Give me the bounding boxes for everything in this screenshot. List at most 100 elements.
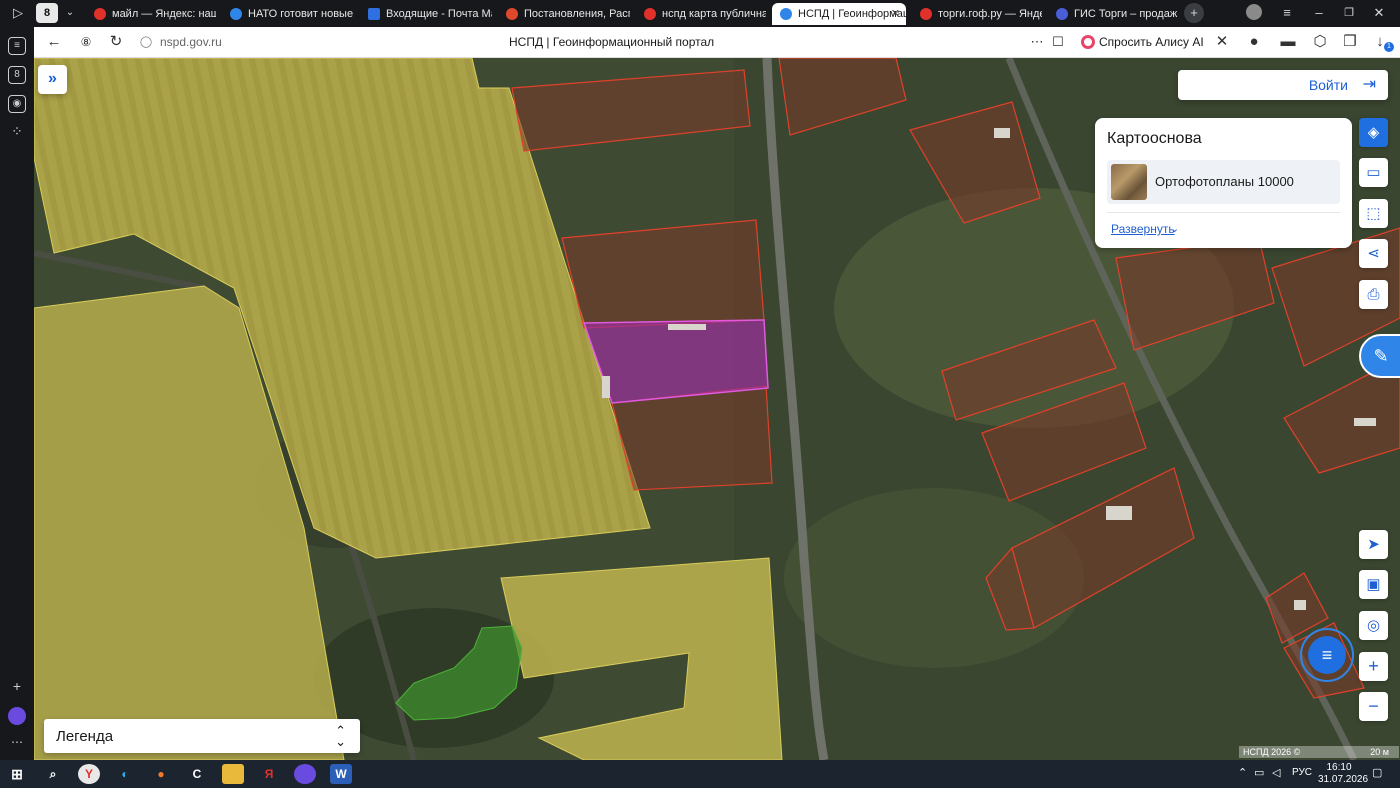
tab-label: НАТО готовит новые са — [248, 8, 354, 20]
tab-label: майл — Яндекс: нашлос — [112, 8, 216, 20]
word-icon[interactable]: W — [330, 764, 352, 784]
file-explorer-icon[interactable] — [222, 764, 244, 784]
extensions-icon[interactable]: ⬡ — [1310, 32, 1330, 52]
tab-gis-torgi[interactable]: ГИС Торги – продажи г — [1048, 3, 1178, 25]
edge-icon[interactable]: ◐ — [114, 764, 136, 784]
basemap-option-label: Ортофотопланы 10000 — [1155, 174, 1294, 189]
minimize-icon[interactable]: – — [1310, 3, 1328, 23]
browser-tab-bar: ▷ 8 ⌄ майл — Яндекс: нашлос НАТО готовит… — [0, 0, 1400, 27]
close-window-icon[interactable]: ✕ — [1370, 3, 1388, 23]
protect-icon[interactable]: ⑧ — [76, 32, 96, 52]
locate-button[interactable]: ➤ — [1359, 530, 1388, 559]
downloads-badge: 1 — [1384, 42, 1394, 52]
gov-icon — [506, 8, 518, 20]
tab-label: торги.гоф.ру — Яндекс — [938, 8, 1042, 20]
assistant-tab-button[interactable]: ✎ — [1359, 334, 1400, 378]
new-tab-button[interactable]: + — [1184, 3, 1204, 23]
screenshot-icon[interactable]: ◉ — [8, 95, 26, 113]
tab-mail-inbox[interactable]: Входящие - Почта Mail — [360, 3, 492, 25]
input-language[interactable]: РУС — [1292, 767, 1312, 778]
apps-grid-icon[interactable]: ⁘ — [8, 124, 26, 142]
extension-hat-icon[interactable]: ▬ — [1278, 32, 1298, 52]
tab-label: ГИС Торги – продажи г — [1074, 8, 1178, 20]
tab-yandex-mail-search[interactable]: майл — Яндекс: нашлос — [86, 3, 216, 25]
mail-icon — [368, 8, 380, 20]
collections-icon[interactable]: ≡ — [8, 37, 26, 55]
menu-icon[interactable]: ≡ — [1278, 3, 1296, 23]
app-c-icon[interactable]: C — [186, 764, 208, 784]
address-bar: ← ⑧ ↻ ◯ nspd.gov.ru НСПД | Геоинформацио… — [34, 27, 1400, 58]
media-play-icon[interactable]: ▷ — [8, 3, 28, 23]
map-canvas[interactable]: » Войти ⇥ Картооснова Ортофотопланы 1000… — [34, 58, 1400, 760]
login-label: Войти — [1308, 77, 1348, 93]
map-attribution: НСПД 2026 © 20 м — [1239, 746, 1399, 758]
basemap-title: Картооснова — [1107, 130, 1202, 147]
search-icon[interactable]: ⌕ — [42, 764, 64, 784]
alice-icon[interactable] — [294, 764, 316, 784]
add-panel-icon[interactable]: + — [8, 679, 26, 697]
extension-translate-icon[interactable]: ✕ — [1212, 32, 1232, 52]
gis-torgi-icon — [1056, 8, 1068, 20]
orthophoto-thumbnail — [1111, 164, 1147, 200]
chevron-up-down-icon: ⌃ ⌄ — [335, 723, 346, 749]
tab-nspd-active[interactable]: НСПД | Геоинформац ✕ — [772, 3, 906, 25]
login-arrow-icon: ⇥ — [1362, 76, 1376, 93]
windows-start-icon[interactable]: ⊞ — [6, 764, 28, 784]
firefox-icon[interactable]: ● — [150, 764, 172, 784]
tab-postanovleniya[interactable]: Постановления, Распор — [498, 3, 630, 25]
notifications-icon[interactable]: ▢ — [1372, 766, 1382, 779]
bookmark-icon[interactable]: ☐ — [1049, 32, 1067, 52]
browser-side-panel: ≡ 8 ◉ ⁘ + ⋯ — [0, 27, 34, 760]
zoom-out-button[interactable]: − — [1359, 692, 1388, 721]
network-icon[interactable]: ▭ — [1254, 766, 1264, 779]
tab-label: Постановления, Распор — [524, 8, 630, 20]
basemap-expand-link[interactable]: Развернуть — [1111, 222, 1175, 236]
tray-chevron-up-icon[interactable]: ⌃ — [1238, 766, 1247, 779]
volume-icon[interactable]: ◁ — [1272, 766, 1280, 779]
tab-nspd-map-search[interactable]: нспд карта публичная к — [636, 3, 766, 25]
legend-label: Легенда — [56, 728, 114, 745]
tab-label: Входящие - Почта Mail — [386, 8, 492, 20]
legend-dropdown[interactable]: Легенда ⌃ ⌄ — [44, 719, 360, 753]
alice-icon — [1081, 35, 1095, 49]
site-info-icon[interactable]: ◯ — [138, 32, 154, 52]
sidebar-icon[interactable]: ❒ — [1340, 32, 1360, 52]
ask-alice-button[interactable]: Спросить Алису AI — [1077, 31, 1212, 53]
zoom-in-button[interactable]: + — [1359, 652, 1388, 681]
yandex-icon — [920, 8, 932, 20]
more-icon[interactable]: ⋯ — [8, 735, 26, 753]
tab-torgi-search[interactable]: торги.гоф.ру — Яндекс — [912, 3, 1042, 25]
chevron-down-icon[interactable]: ⌄ — [62, 3, 78, 23]
back-arrow-icon[interactable]: ← — [44, 32, 64, 52]
print-button[interactable]: ⎙ — [1359, 280, 1388, 309]
news-icon — [230, 8, 242, 20]
geolocation-button[interactable]: ◎ — [1359, 611, 1388, 640]
scale-bar-label: 20 м — [1370, 747, 1389, 757]
chat-support-button[interactable]: ≡ — [1300, 628, 1354, 682]
basemap-option-orthophoto[interactable]: Ортофотопланы 10000 — [1107, 160, 1340, 204]
share-button[interactable]: ⋖ — [1359, 239, 1388, 268]
tab-nato-news[interactable]: НАТО готовит новые са — [222, 3, 354, 25]
minimap-button[interactable]: ▣ — [1359, 570, 1388, 599]
more-dots-icon[interactable]: ⋯ — [1028, 32, 1046, 52]
alice-icon[interactable] — [8, 707, 26, 725]
close-tab-icon[interactable]: ✕ — [891, 3, 900, 25]
tab-counter-badge[interactable]: 8 — [36, 3, 58, 23]
login-button[interactable]: Войти ⇥ — [1178, 70, 1388, 100]
select-area-button[interactable]: ⬚ — [1359, 199, 1388, 228]
reload-icon[interactable]: ↻ — [106, 32, 126, 52]
extension-avatar-icon[interactable]: ● — [1244, 32, 1264, 52]
expand-sidebar-button[interactable]: » — [38, 65, 67, 94]
yandex-icon[interactable]: Я — [258, 764, 280, 784]
url-field[interactable]: nspd.gov.ru — [160, 35, 222, 49]
clock-time: 16:10 — [1326, 762, 1352, 773]
restore-icon[interactable]: ❐ — [1340, 3, 1358, 23]
windows-taskbar: ⊞ ⌕ Y ◐ ● C Я W ⌃ ▭ ◁ РУС 16:10 31.07.20… — [0, 760, 1400, 788]
clock[interactable]: 16:10 31.07.2026 — [1318, 762, 1368, 786]
yandex-browser-icon[interactable]: Y — [78, 764, 100, 784]
profile-avatar[interactable] — [1246, 4, 1262, 20]
nspd-icon — [780, 8, 792, 20]
layers-button[interactable]: ◈ — [1359, 118, 1388, 147]
ruler-button[interactable]: ▭ — [1359, 158, 1388, 187]
tabs-overview-icon[interactable]: 8 — [8, 66, 26, 84]
